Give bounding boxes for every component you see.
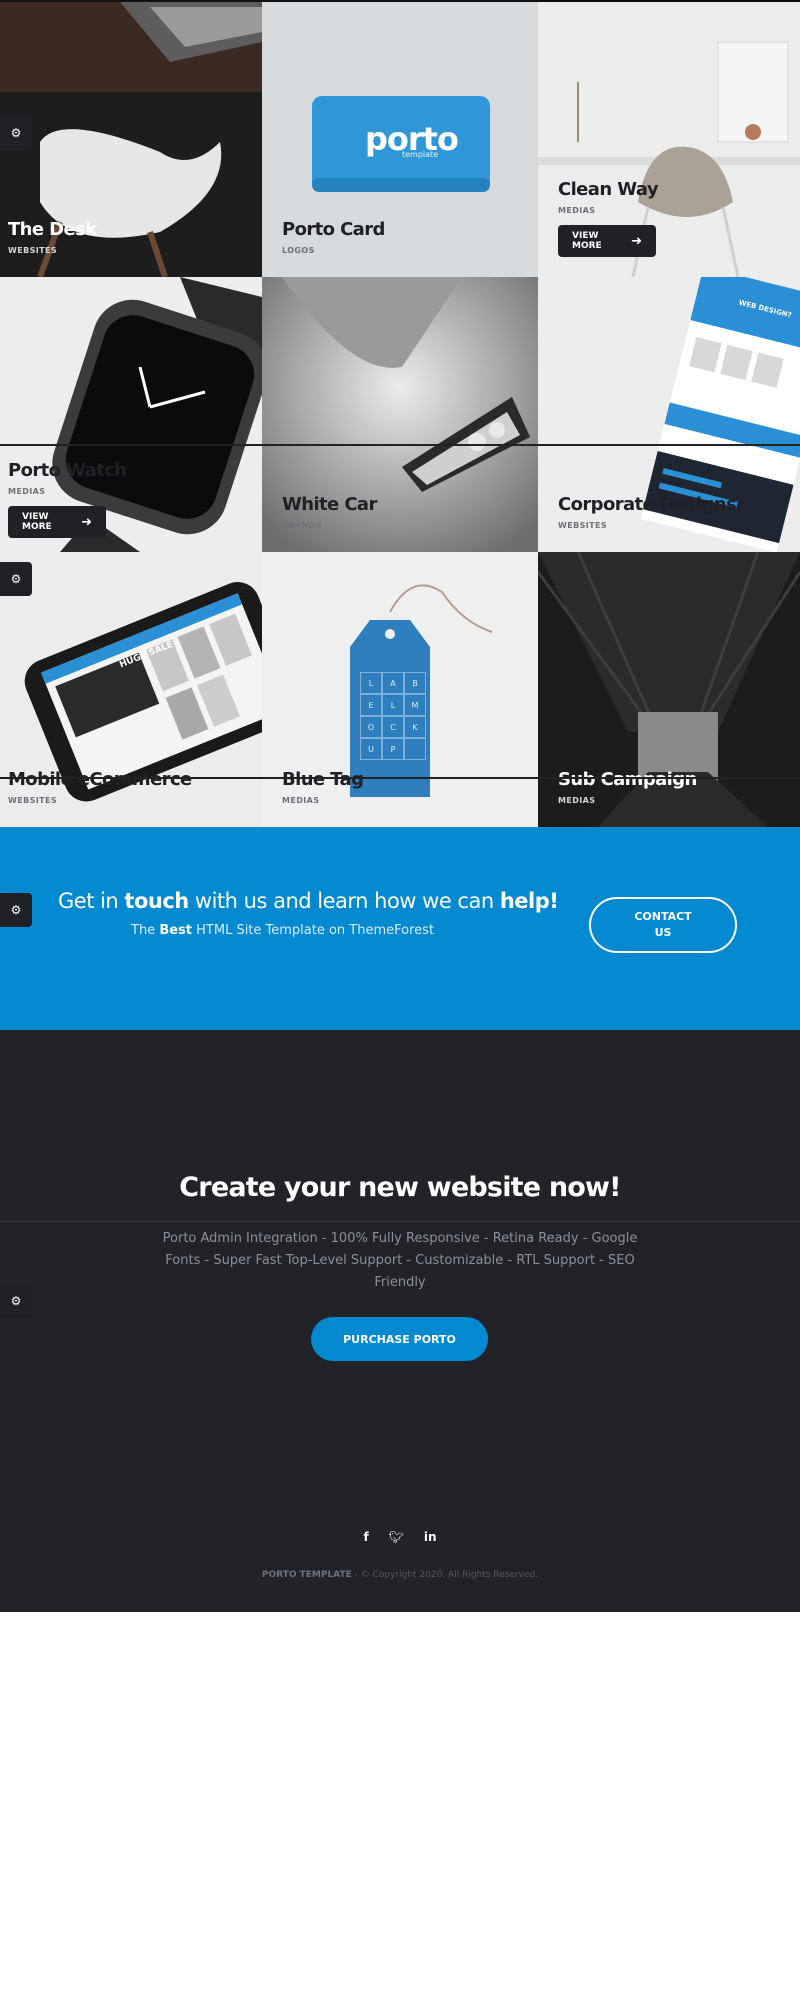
tag-letter: P — [382, 738, 404, 760]
purchase-porto-button[interactable]: PURCHASE PORTO — [311, 1317, 488, 1361]
item-title: Corporate Designs — [558, 494, 737, 515]
tag-letter: L — [382, 694, 404, 716]
item-category: MEDIAS — [8, 487, 46, 496]
portfolio-item-the-desk[interactable]: The Desk WEBSITES — [0, 2, 262, 277]
tag-letter: A — [382, 672, 404, 694]
footer-title: Create your new website now! — [179, 1172, 621, 1203]
divider-line — [0, 777, 800, 779]
gears-icon[interactable]: ⚙ — [0, 562, 32, 596]
item-title: The Desk — [8, 219, 97, 240]
tag-letter: E — [360, 694, 382, 716]
item-category: WEBSITES — [8, 246, 58, 255]
tag-letter: B — [404, 672, 426, 694]
gears-icon[interactable]: ⚙ — [0, 893, 32, 927]
arrow-right-icon: ➜ — [81, 514, 92, 530]
purchase-porto-label: PURCHASE PORTO — [343, 1332, 456, 1346]
copyright-text: - © Copyright 2020. All Rights Reserved. — [351, 1570, 539, 1580]
tag-letter: U — [360, 738, 382, 760]
tag-letter: L — [360, 672, 382, 694]
footer-separator — [0, 1221, 800, 1222]
tag-letter: K — [404, 716, 426, 738]
copyright: PORTO TEMPLATE - © Copyright 2020. All R… — [0, 1570, 800, 1580]
portfolio-item-sub-campaign[interactable]: Sub Campaign MEDIAS — [538, 552, 800, 827]
linkedin-icon[interactable]: in — [424, 1530, 437, 1544]
page: The Desk WEBSITES porto template Porto C… — [0, 0, 800, 2000]
contact-us-button[interactable]: CONTACT US — [589, 897, 737, 953]
arrow-right-icon: ➜ — [631, 233, 642, 249]
portfolio-item-porto-watch[interactable]: Porto Watch MEDIAS VIEW MORE ➜ — [0, 277, 262, 552]
portfolio-item-clean-way[interactable]: Clean Way MEDIAS VIEW MORE ➜ — [538, 2, 800, 277]
footer-description: Porto Admin Integration - 100% Fully Res… — [162, 1231, 638, 1290]
item-category: WEBSITES — [8, 796, 58, 805]
item-title: White Car — [282, 494, 377, 515]
portfolio-item-blue-tag[interactable]: L A B E L M O C K U P Blue Tag MEDIAS — [262, 552, 538, 827]
twitter-icon[interactable]: 🐦︎ — [389, 1530, 404, 1544]
item-category: MEDIAS — [558, 796, 596, 805]
item-title: Porto Card — [282, 219, 385, 240]
portfolio-grid: The Desk WEBSITES porto template Porto C… — [0, 2, 800, 827]
social-links: f 🐦︎ in — [0, 1530, 800, 1544]
cta-headline-bold-2: help! — [499, 889, 559, 913]
item-category: WEBSITES — [558, 521, 608, 530]
cta-headline: Get in touch with us and learn how we ca… — [58, 889, 559, 913]
tag-letter-grid: L A B E L M O C K U P — [360, 672, 426, 760]
cta-headline-pre: Get in — [58, 889, 125, 913]
gears-icon[interactable]: ⚙ — [0, 1284, 32, 1318]
divider-line — [0, 444, 800, 446]
portfolio-item-mobile-ecommerce[interactable]: HUGE SALE Mobile eCommerce WEBSITES — [0, 552, 262, 827]
item-category: MEDIAS — [558, 206, 596, 215]
item-title: Mobile eCommerce — [8, 769, 192, 790]
cta-subtitle: The Best HTML Site Template on ThemeFore… — [131, 923, 434, 938]
item-category: LOGOS — [282, 246, 315, 255]
view-more-label: VIEW MORE — [572, 231, 602, 251]
item-category: MEDIAS — [282, 796, 320, 805]
item-title: Clean Way — [558, 179, 659, 200]
cta-subtitle-pre: The — [131, 923, 160, 938]
item-title: Porto Watch — [8, 460, 127, 481]
item-title: Sub Campaign — [558, 769, 697, 790]
tag-letter: C — [382, 716, 404, 738]
item-category: BRANDS — [282, 521, 322, 530]
porto-logo-subtext: template — [402, 150, 439, 159]
portfolio-item-corporate-designs[interactable]: WEB DESIGN? Corporate Designs WEBSITES — [538, 277, 800, 552]
contact-us-label: CONTACT US — [634, 910, 692, 939]
gears-icon[interactable]: ⚙ — [0, 116, 32, 150]
portfolio-item-porto-card[interactable]: porto template Porto Card LOGOS — [262, 2, 538, 277]
cta-section: Get in touch with us and learn how we ca… — [0, 827, 800, 1030]
portfolio-item-white-car[interactable]: White Car BRANDS — [262, 277, 538, 552]
view-more-label: VIEW MORE — [22, 512, 52, 532]
tag-letter: M — [404, 694, 426, 716]
footer: Create your new website now! Porto Admin… — [0, 1030, 800, 1612]
copyright-brand: PORTO TEMPLATE — [261, 1570, 352, 1580]
cta-headline-mid: with us and learn how we can — [188, 889, 500, 913]
view-more-button[interactable]: VIEW MORE ➜ — [558, 225, 656, 257]
cta-headline-bold-1: touch — [124, 889, 189, 913]
tag-letter: O — [360, 716, 382, 738]
cta-subtitle-bold: Best — [159, 923, 192, 938]
cta-subtitle-post: HTML Site Template on ThemeForest — [192, 923, 435, 938]
item-title: Blue Tag — [282, 769, 364, 790]
view-more-button[interactable]: VIEW MORE ➜ — [8, 506, 106, 538]
tag-letter-empty — [404, 738, 426, 760]
facebook-icon[interactable]: f — [363, 1530, 368, 1544]
